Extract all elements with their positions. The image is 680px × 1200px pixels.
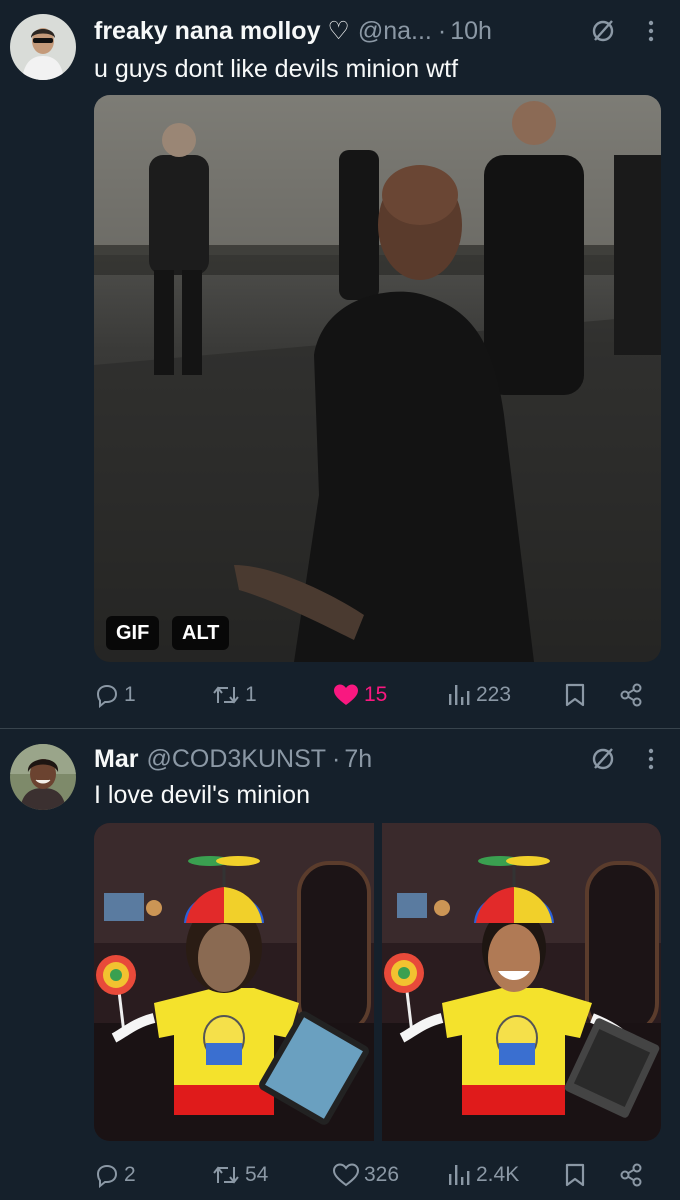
bookmark-icon	[565, 1163, 585, 1187]
like-button[interactable]: 326	[332, 1157, 399, 1193]
tweet-header: freaky nana molloy ♡ @na... · 10h	[94, 16, 664, 46]
heart-icon	[332, 1163, 360, 1187]
alt-badge[interactable]: ALT	[172, 616, 230, 650]
gif-media[interactable]: GIF ALT	[94, 95, 661, 662]
author-handle[interactable]: @na...	[358, 17, 432, 46]
views-button[interactable]: 2.4K	[446, 1157, 519, 1193]
tweet-text: I love devil's minion	[94, 781, 310, 809]
tweet[interactable]: Mar @COD3KUNST · 7h I love devil's minio…	[0, 729, 680, 1200]
repost-button[interactable]: 1	[211, 677, 257, 713]
bookmark-button[interactable]	[563, 677, 587, 713]
avatar[interactable]	[10, 744, 76, 810]
separator-dot: ·	[437, 16, 447, 45]
reply-button[interactable]: 1	[94, 677, 136, 713]
action-bar: 2 54 326 2.4K	[94, 1157, 646, 1193]
share-button[interactable]	[618, 1157, 644, 1193]
author-name[interactable]: Mar	[94, 745, 138, 774]
like-button[interactable]: 15	[332, 677, 387, 713]
like-count: 15	[364, 683, 388, 706]
like-count: 326	[364, 1163, 400, 1186]
reply-count: 2	[124, 1163, 136, 1186]
grok-icon[interactable]	[590, 18, 616, 44]
views-icon	[449, 685, 470, 705]
repost-button[interactable]: 54	[211, 1157, 268, 1193]
share-button[interactable]	[618, 677, 644, 713]
views-icon	[449, 1165, 470, 1185]
tweet-header: Mar @COD3KUNST · 7h	[94, 744, 664, 774]
share-icon	[620, 1163, 642, 1187]
more-options-icon[interactable]	[638, 746, 664, 772]
reply-button[interactable]: 2	[94, 1157, 136, 1193]
timestamp[interactable]: 10h	[450, 17, 492, 46]
reply-icon	[96, 684, 118, 708]
grok-icon[interactable]	[590, 746, 616, 772]
separator-dot: ·	[332, 744, 341, 773]
tweet-text: u guys dont like devils minion wtf	[94, 55, 459, 83]
bookmark-button[interactable]	[563, 1157, 587, 1193]
repost-count: 1	[245, 683, 257, 706]
author-handle[interactable]: @COD3KUNST	[146, 745, 326, 774]
repost-icon	[213, 686, 239, 704]
share-icon	[620, 683, 642, 707]
reply-count: 1	[124, 683, 136, 706]
repost-icon	[213, 1166, 239, 1184]
repost-count: 54	[245, 1163, 269, 1186]
reply-icon	[96, 1164, 118, 1188]
bookmark-icon	[565, 683, 585, 707]
photo-1[interactable]	[94, 823, 374, 1141]
avatar[interactable]	[10, 14, 76, 80]
views-count: 223	[476, 683, 512, 706]
views-count: 2.4K	[476, 1163, 520, 1186]
photo-2[interactable]	[382, 823, 661, 1141]
author-name[interactable]: freaky nana molloy ♡	[94, 16, 350, 46]
timestamp[interactable]: 7h	[344, 745, 372, 774]
heart-filled-icon	[334, 684, 358, 705]
gif-badge: GIF	[106, 616, 160, 650]
action-bar: 1 1 15 223	[94, 677, 646, 713]
more-options-icon[interactable]	[638, 18, 664, 44]
tweet[interactable]: freaky nana molloy ♡ @na... · 10h u guys…	[0, 0, 680, 728]
views-button[interactable]: 223	[446, 677, 511, 713]
